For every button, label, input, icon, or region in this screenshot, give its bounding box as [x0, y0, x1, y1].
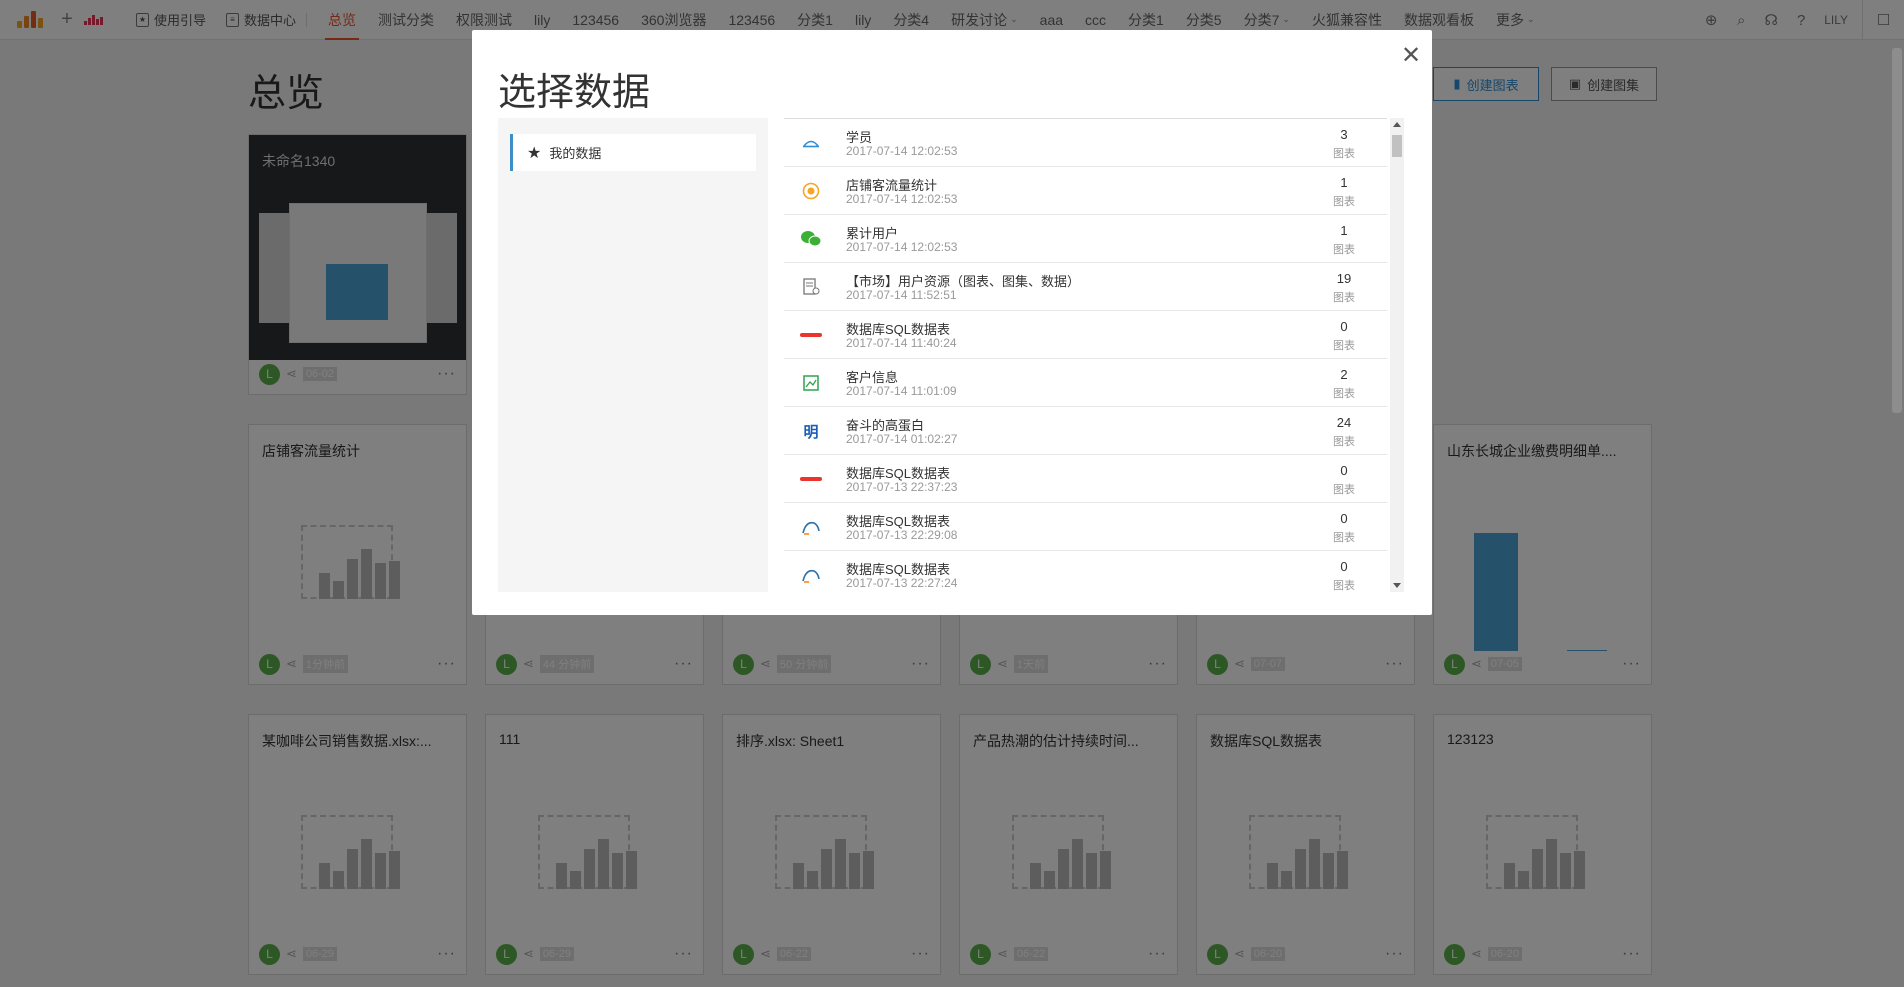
chart-unit: 图表 — [1333, 532, 1355, 544]
dataset-date: 2017-07-14 12:02:53 — [846, 144, 958, 158]
doc-list-icon — [800, 276, 822, 298]
dataset-list: 学员 2017-07-14 12:02:53 3 图表 店铺客流量统计 2017… — [784, 118, 1387, 592]
mysql-icon — [800, 516, 822, 538]
oracle-icon — [800, 468, 822, 490]
chart-count: 0 — [1340, 319, 1348, 334]
chart-count: 1 — [1340, 175, 1348, 190]
dataset-row[interactable]: 数据库SQL数据表 2017-07-14 11:40:24 0 图表 — [784, 311, 1387, 359]
dataset-row[interactable]: 累计用户 2017-07-14 12:02:53 1 图表 — [784, 215, 1387, 263]
dataset-date: 2017-07-14 11:40:24 — [846, 336, 957, 350]
chart-count: 3 — [1340, 127, 1348, 142]
star-icon: ★ — [527, 144, 542, 162]
scroll-down-icon[interactable] — [1393, 583, 1401, 588]
list-scrollbar[interactable] — [1390, 118, 1404, 592]
dataset-row[interactable]: 明 奋斗的高蛋白 2017-07-14 01:02:27 24 图表 — [784, 407, 1387, 455]
scroll-thumb[interactable] — [1392, 135, 1402, 157]
oracle-icon — [800, 324, 822, 346]
dataset-row[interactable]: 数据库SQL数据表 2017-07-13 22:37:23 0 图表 — [784, 455, 1387, 503]
data-source-panel: ★ 我的数据 — [498, 118, 768, 592]
dataset-date: 2017-07-14 12:02:53 — [846, 240, 958, 254]
chart-unit: 图表 — [1333, 340, 1355, 352]
dataset-date: 2017-07-13 22:27:24 — [846, 576, 958, 590]
scroll-up-icon[interactable] — [1393, 122, 1401, 127]
chart-count: 1 — [1340, 223, 1348, 238]
select-data-dialog: 选择数据 ✕ ★ 我的数据 学员 2017-07-14 12:02:53 3 图… — [472, 30, 1432, 615]
chart-unit: 图表 — [1333, 196, 1355, 208]
dialog-title: 选择数据 — [498, 72, 651, 114]
dataset-date: 2017-07-14 12:02:53 — [846, 192, 958, 206]
dataset-date: 2017-07-13 22:37:23 — [846, 480, 958, 494]
dataset-row[interactable]: 客户信息 2017-07-14 11:01:09 2 图表 — [784, 359, 1387, 407]
my-data-label: 我的数据 — [549, 146, 602, 161]
dataset-row[interactable]: 店铺客流量统计 2017-07-14 12:02:53 1 图表 — [784, 167, 1387, 215]
dataset-row[interactable]: 数据库SQL数据表 2017-07-13 22:27:24 0 图表 — [784, 551, 1387, 592]
chart-unit: 图表 — [1333, 484, 1355, 496]
dataset-date: 2017-07-14 11:01:09 — [846, 384, 957, 398]
page-scrollbar[interactable] — [1892, 48, 1902, 413]
chart-count: 0 — [1340, 463, 1348, 478]
dataset-row[interactable]: 【市场】用户资源（图表、图集、数据） 2017-07-14 11:52:51 1… — [784, 263, 1387, 311]
chart-unit: 图表 — [1333, 292, 1355, 304]
chart-unit: 图表 — [1333, 436, 1355, 448]
ming-icon: 明 — [803, 423, 819, 441]
chart-unit: 图表 — [1333, 244, 1355, 256]
wechat-icon — [800, 228, 822, 250]
chart-count: 19 — [1336, 271, 1352, 286]
store-icon — [800, 180, 822, 202]
cloud-icon — [800, 132, 822, 154]
chart-count: 2 — [1340, 367, 1348, 382]
chart-count: 24 — [1336, 415, 1352, 430]
dataset-row[interactable]: 学员 2017-07-14 12:02:53 3 图表 — [784, 119, 1387, 167]
my-data-item[interactable]: ★ 我的数据 — [510, 134, 756, 171]
chart-unit: 图表 — [1333, 148, 1355, 160]
chart-count: 0 — [1340, 511, 1348, 526]
sheet-icon — [800, 372, 822, 394]
chart-unit: 图表 — [1333, 388, 1355, 400]
chart-unit: 图表 — [1333, 580, 1355, 592]
dataset-date: 2017-07-14 01:02:27 — [846, 432, 958, 446]
chart-count: 0 — [1340, 559, 1348, 574]
mysql-icon — [800, 564, 822, 586]
close-icon[interactable]: ✕ — [1400, 44, 1422, 68]
dataset-date: 2017-07-14 11:52:51 — [846, 288, 957, 302]
dataset-date: 2017-07-13 22:29:08 — [846, 528, 958, 542]
dataset-row[interactable]: 数据库SQL数据表 2017-07-13 22:29:08 0 图表 — [784, 503, 1387, 551]
